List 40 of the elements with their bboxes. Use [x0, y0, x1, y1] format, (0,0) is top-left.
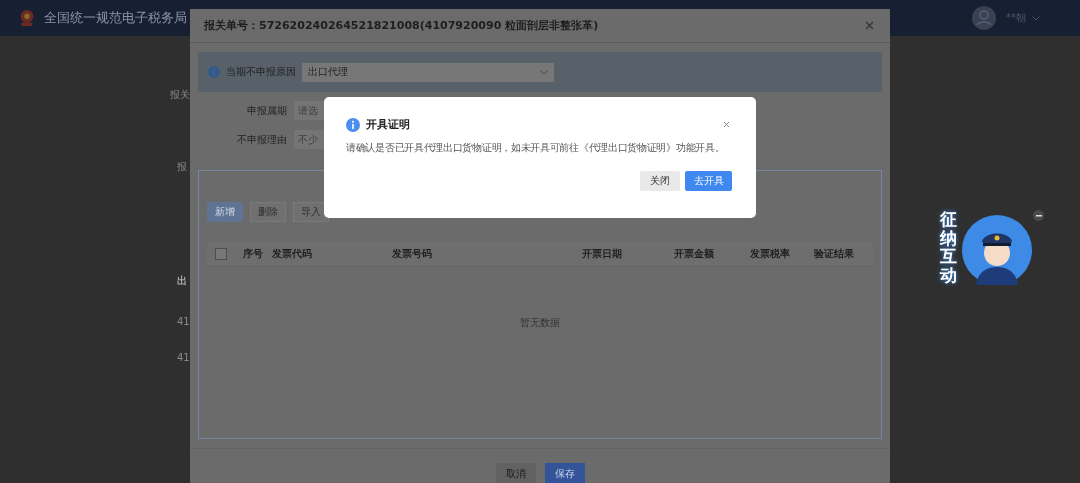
alert-title: 开具证明 — [366, 117, 411, 132]
close-icon — [723, 121, 730, 128]
dialog-title: 报关单号：572620240264521821008(4107920090 粒面剖层非整张革) — [204, 18, 599, 33]
column-header: 序号 — [242, 247, 264, 261]
toolbar-button[interactable]: 导入 — [293, 202, 329, 222]
minus-icon — [1035, 214, 1042, 217]
background-text: 出 — [177, 274, 187, 288]
footer-button[interactable]: 取消 — [495, 463, 536, 483]
avatar-icon[interactable] — [972, 6, 996, 30]
chevron-down-icon[interactable] — [1032, 15, 1040, 21]
column-header: 验证结果 — [814, 247, 856, 261]
widget-label[interactable]: 征纳互动 — [940, 210, 957, 285]
info-icon — [208, 66, 220, 78]
minimize-button[interactable] — [1033, 210, 1044, 221]
site-title: 全国统一规范电子税务局 — [44, 9, 187, 27]
close-button[interactable] — [863, 19, 876, 32]
background-text: 41 — [177, 352, 190, 363]
toolbar-button[interactable]: 删除 — [250, 202, 286, 222]
alert-button[interactable]: 关闭 — [640, 171, 680, 191]
reason-select[interactable]: 出口代理 — [302, 62, 554, 82]
close-button[interactable] — [721, 119, 732, 130]
column-header: 开票日期 — [582, 247, 624, 261]
emblem-icon — [18, 8, 36, 28]
checkbox[interactable] — [215, 248, 227, 260]
column-header: 发票号码 — [392, 247, 433, 261]
column-header: 开票金额 — [673, 247, 715, 261]
toolbar-button[interactable]: 新增 — [207, 202, 243, 222]
background-text: 41 — [177, 316, 190, 327]
alert-message: 请确认是否已开具代理出口货物证明，如未开具可前往《代理出口货物证明》功能开具。 — [346, 141, 726, 155]
column-header: 发票税率 — [750, 247, 792, 261]
alert-button[interactable]: 去开具 — [685, 171, 732, 191]
footer-button[interactable]: 保存 — [544, 463, 585, 483]
info-icon — [346, 117, 360, 132]
mascot-drawing[interactable] — [962, 215, 1032, 285]
column-header: 发票代码 — [272, 247, 314, 261]
background-text: 报关 — [170, 88, 190, 102]
field-label: 不申报理由 — [236, 132, 287, 147]
chevron-down-icon[interactable] — [540, 69, 548, 75]
background-text: 报 — [177, 160, 187, 174]
field-label: 申报属期 — [246, 103, 287, 118]
